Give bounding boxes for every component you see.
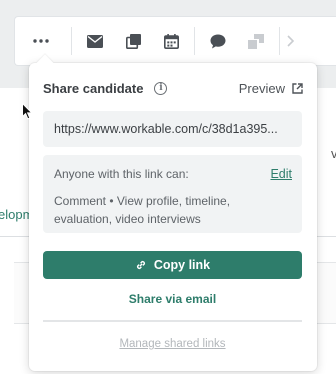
toolbar-separator (279, 27, 280, 55)
email-button[interactable] (76, 16, 114, 66)
copy-link-button[interactable]: Copy link (43, 251, 302, 279)
share-url-field[interactable]: https://www.workable.com/c/38d1a395... (43, 111, 302, 147)
more-icon (33, 39, 49, 43)
toolbar-separator (194, 27, 195, 55)
permissions-heading: Anyone with this link can: (54, 167, 189, 181)
comment-button[interactable] (199, 16, 237, 66)
share-via-email-link[interactable]: Share via email (43, 292, 302, 306)
external-link-icon (292, 82, 303, 94)
open-in-new-button[interactable] (114, 16, 152, 66)
edit-permissions-link[interactable]: Edit (270, 167, 292, 181)
envelope-icon (87, 34, 103, 48)
manage-shared-links-link[interactable]: Manage shared links (43, 338, 302, 350)
background-text-fragment: v (331, 146, 336, 161)
next-candidate-button[interactable] (284, 16, 298, 66)
share-candidate-popover: Share candidate i Preview https://www.wo… (29, 54, 317, 371)
info-icon[interactable]: i (154, 81, 168, 95)
calendar-icon (163, 33, 179, 49)
mouse-cursor-icon (22, 103, 33, 120)
link-permissions-box: Anyone with this link can: Edit Comment … (43, 155, 302, 233)
move-icon (248, 33, 264, 49)
popover-divider (43, 320, 302, 322)
open-external-icon (125, 33, 141, 49)
link-icon (136, 260, 145, 270)
permissions-list: Comment • View profile, timeline, evalua… (54, 194, 231, 226)
copy-link-label: Copy link (153, 258, 211, 272)
popover-header: Share candidate i Preview (43, 79, 303, 97)
preview-link[interactable]: Preview (239, 81, 303, 96)
preview-label: Preview (238, 80, 285, 96)
comment-icon (210, 34, 226, 48)
move-candidate-button[interactable] (237, 16, 275, 66)
candidate-toolbar (14, 16, 336, 66)
toolbar-separator (71, 27, 72, 55)
chevron-icon (287, 35, 295, 47)
popover-title: Share candidate (43, 80, 144, 96)
schedule-button[interactable] (152, 16, 190, 66)
